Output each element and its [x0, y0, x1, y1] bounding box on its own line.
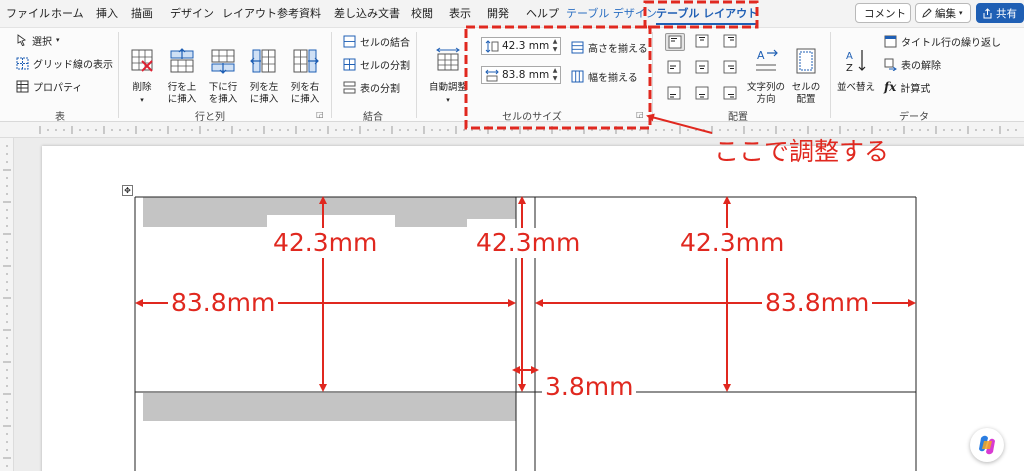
annotation-gap: 3.8mm — [542, 372, 637, 402]
annotation-height-2: 42.3mm — [473, 228, 584, 258]
annotation-height-1: 42.3mm — [270, 228, 381, 258]
copilot-icon — [979, 435, 995, 455]
annotation-note: ここで調整する — [714, 137, 890, 166]
annotation-width-2: 83.8mm — [762, 288, 873, 318]
copilot-button[interactable] — [970, 428, 1004, 462]
annotation-height-3: 42.3mm — [677, 228, 788, 258]
word-window: ファイル ホーム 挿入 描画 デザイン レイアウト 参考資料 差し込み文書 校閲… — [0, 0, 1024, 471]
annotation-width-1: 83.8mm — [168, 288, 279, 318]
